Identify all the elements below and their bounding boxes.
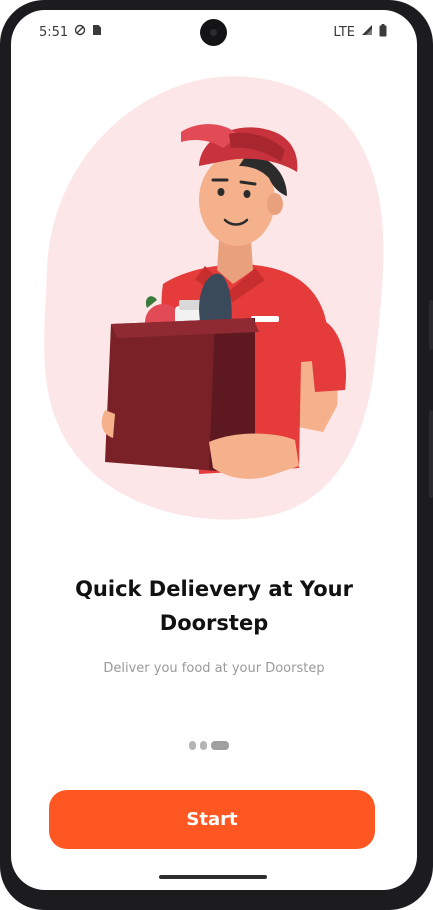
status-time: 5:51 [39,24,69,40]
battery-icon [379,23,387,41]
signal-icon [361,24,373,40]
page-dot-2 [200,741,207,750]
sim-card-icon [92,24,102,40]
data-saver-icon [74,24,86,40]
onboarding-title: Quick Delievery at Your Doorstep [75,577,353,635]
page-dot-3-active [211,741,229,750]
home-indicator[interactable] [159,875,267,879]
app-screen: 5:51 LTE Quick Delievery at Your Doorste… [11,10,417,890]
volume-button [429,300,433,350]
page-dot-1 [189,741,196,750]
network-type: LTE [333,24,355,40]
delivery-man-illustration [44,76,384,520]
page-indicator [189,741,229,750]
power-button [429,410,433,498]
start-button-label: Start [186,809,238,830]
onboarding-subtitle: Deliver you food at your Doorstep [103,661,325,676]
start-button[interactable]: Start [49,790,375,849]
front-camera [200,19,227,46]
phone-frame: 5:51 LTE Quick Delievery at Your Doorste… [0,0,433,910]
